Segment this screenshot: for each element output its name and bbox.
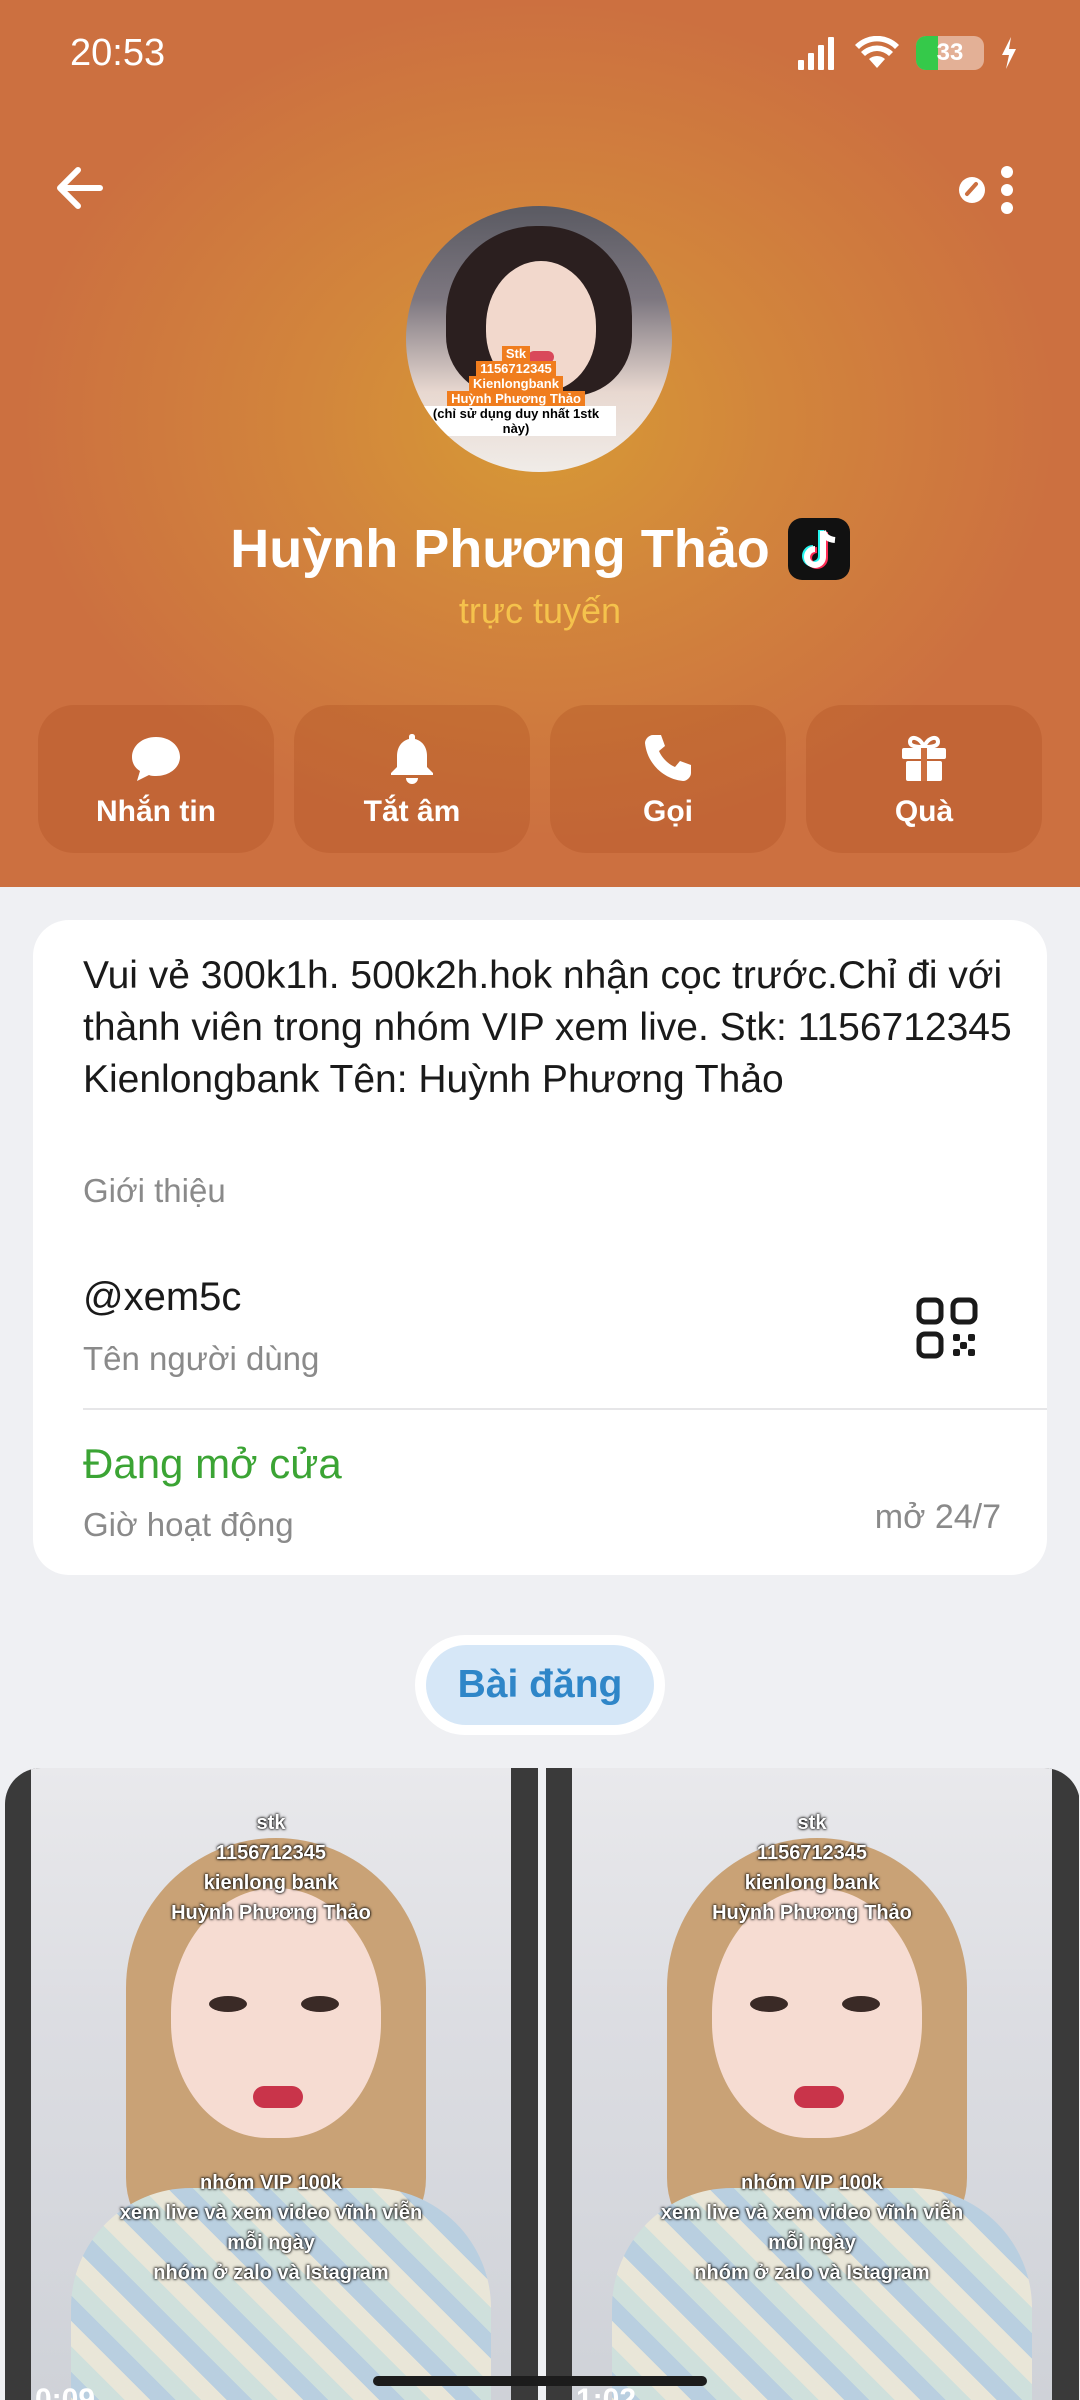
avatar-caption-line: 1156712345 <box>476 361 556 376</box>
home-indicator[interactable] <box>373 2376 707 2386</box>
battery-icon: 33 <box>916 36 984 70</box>
profile-name: Huỳnh Phương Thảo <box>230 519 770 579</box>
status-icons: 33 <box>796 32 1018 74</box>
profile-name-row: Huỳnh Phương Thảo <box>0 518 1080 580</box>
overlay-line: 1156712345 <box>756 1842 868 1864</box>
phone-icon <box>645 735 691 781</box>
status-time: 20:53 <box>70 32 166 74</box>
divider <box>83 1408 1047 1410</box>
hours-label: Giờ hoạt động <box>83 1506 294 1543</box>
chat-bubble-icon <box>132 737 180 781</box>
avatar-caption: Stk 1156712345 Kienlongbank Huỳnh Phương… <box>416 346 616 436</box>
avatar-caption-line: Kienlongbank <box>469 376 563 391</box>
tab-posts[interactable]: Bài đăng <box>415 1635 665 1735</box>
bio-text: Vui vẻ 300k1h. 500k2h.hok nhận cọc trước… <box>83 954 1012 1101</box>
overlay-line: 1156712345 <box>215 1842 327 1864</box>
overlay-line: nhóm ở zalo và Istagram <box>153 2262 389 2284</box>
post-image: stk 1156712345 kienlong bank Huỳnh Phươn… <box>572 1768 1052 2400</box>
gift-button-label: Quà <box>894 795 954 828</box>
profile-header: 20:53 33 Stk 1156712345 Kienlongbank Huỳ… <box>0 0 1080 887</box>
online-status: trực tuyến <box>458 590 622 631</box>
bell-icon <box>391 734 433 784</box>
call-button-label: Gọi <box>643 795 693 828</box>
gift-button[interactable]: Quà <box>806 705 1042 853</box>
overlay-line: nhóm ở zalo và Istagram <box>694 2262 930 2284</box>
bio-label: Giới thiệu <box>83 1172 226 1209</box>
message-button-label: Nhắn tin <box>96 795 216 828</box>
overlay-line: kienlong bank <box>744 1872 880 1894</box>
wifi-icon <box>855 36 899 68</box>
charging-icon <box>1002 37 1016 69</box>
post-duration: 0:09 <box>35 2383 96 2400</box>
overlay-line: Huỳnh Phương Thảo <box>171 1902 371 1924</box>
overlay-line: stk <box>256 1812 286 1834</box>
mute-button[interactable]: Tắt âm <box>294 705 530 853</box>
message-button[interactable]: Nhắn tin <box>38 705 274 853</box>
overlay-line: mỗi ngày <box>227 2232 315 2254</box>
business-open-status[interactable]: Đang mở cửa <box>83 1440 342 1488</box>
avatar-caption-line: (chỉ sử dụng duy nhất 1stk này) <box>416 406 616 436</box>
gift-icon <box>902 735 946 781</box>
avatar[interactable]: Stk 1156712345 Kienlongbank Huỳnh Phương… <box>406 206 672 472</box>
status-bar: 20:53 33 <box>0 0 1080 110</box>
action-bar: Nhắn tin Tắt âm Gọi Quà <box>38 705 1042 853</box>
post-overlay-mid: nhóm VIP 100k xem live và xem video vĩnh… <box>572 2168 1052 2288</box>
hours-value: mở 24/7 <box>874 1498 1001 1536</box>
overlay-line: stk <box>797 1812 827 1834</box>
username[interactable]: @xem5c <box>83 1275 241 1320</box>
overlay-line: xem live và xem video vĩnh viễn <box>660 2202 964 2224</box>
back-arrow-icon[interactable] <box>50 158 110 218</box>
call-button[interactable]: Gọi <box>550 705 786 853</box>
avatar-caption-line: Huỳnh Phương Thảo <box>447 391 585 406</box>
post-mouth <box>794 2086 844 2108</box>
post-eye <box>209 1996 247 2012</box>
post-overlay-top: stk 1156712345 kienlong bank Huỳnh Phươn… <box>572 1808 1052 1928</box>
more-options-icon[interactable] <box>950 158 1020 218</box>
post-thumbnail[interactable]: stk 1156712345 kienlong bank Huỳnh Phươn… <box>546 1768 1079 2400</box>
post-eye <box>750 1996 788 2012</box>
overlay-line: Huỳnh Phương Thảo <box>712 1902 912 1924</box>
mute-button-label: Tắt âm <box>363 795 461 828</box>
profile-info-card: Vui vẻ 300k1h. 500k2h.hok nhận cọc trước… <box>33 920 1047 1575</box>
qr-code-icon[interactable] <box>915 1296 979 1360</box>
post-thumbnail[interactable]: stk 1156712345 kienlong bank Huỳnh Phươn… <box>5 1768 538 2400</box>
tab-posts-label: Bài đăng <box>426 1645 654 1725</box>
post-overlay-top: stk 1156712345 kienlong bank Huỳnh Phươn… <box>31 1808 511 1928</box>
overlay-line: xem live và xem video vĩnh viễn <box>119 2202 423 2224</box>
avatar-caption-line: Stk <box>501 346 531 361</box>
signal-icon <box>798 37 834 70</box>
post-eye <box>301 1996 339 2012</box>
post-image: stk 1156712345 kienlong bank Huỳnh Phươn… <box>31 1768 511 2400</box>
tiktok-emoji-icon <box>787 518 850 580</box>
post-overlay-mid: nhóm VIP 100k xem live và xem video vĩnh… <box>31 2168 511 2288</box>
overlay-line: nhóm VIP 100k <box>741 2172 883 2194</box>
overlay-line: nhóm VIP 100k <box>200 2172 342 2194</box>
overlay-line: mỗi ngày <box>768 2232 856 2254</box>
post-eye <box>842 1996 880 2012</box>
battery-percent: 33 <box>936 39 964 66</box>
overlay-line: kienlong bank <box>203 1872 339 1894</box>
post-mouth <box>253 2086 303 2108</box>
posts-grid: stk 1156712345 kienlong bank Huỳnh Phươn… <box>5 1768 1080 2400</box>
username-label: Tên người dùng <box>83 1340 320 1377</box>
